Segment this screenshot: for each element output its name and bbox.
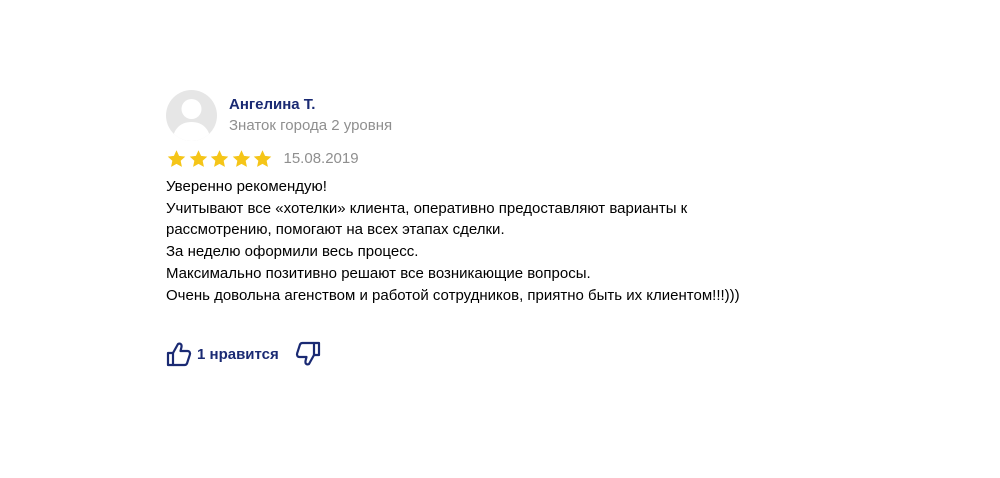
like-button[interactable]: 1 нравится xyxy=(166,341,279,367)
review-text-line: рассмотрению, помогают на всех этапах сд… xyxy=(166,221,505,239)
author-name[interactable]: Ангелина Т. xyxy=(229,96,392,114)
review-card: Ангелина Т. Знаток города 2 уровня 15.08… xyxy=(166,90,806,368)
thumbs-up-icon xyxy=(166,342,192,367)
star-icon xyxy=(167,150,186,167)
review-actions: 1 нравится xyxy=(166,340,806,368)
review-header: Ангелина Т. Знаток города 2 уровня xyxy=(166,90,806,142)
review-text-line: Очень довольна агенством и работой сотру… xyxy=(166,286,740,304)
author-info: Ангелина Т. Знаток города 2 уровня xyxy=(229,90,392,135)
rating-stars xyxy=(166,149,274,169)
rating-row: 15.08.2019 xyxy=(166,148,806,170)
avatar[interactable] xyxy=(166,90,217,141)
review-text-line: Максимально позитивно решают все возника… xyxy=(166,264,591,282)
user-silhouette-icon xyxy=(172,99,211,141)
review-text: Уверенно рекомендую! Учитывают все «хотел… xyxy=(166,176,806,306)
review-date: 15.08.2019 xyxy=(283,150,359,167)
review-text-line: Уверенно рекомендую! xyxy=(166,178,327,195)
like-count: 1 нравится xyxy=(197,345,279,363)
star-icon xyxy=(253,150,272,167)
star-icon xyxy=(189,150,207,167)
author-level: Знаток города 2 уровня xyxy=(229,117,393,134)
thumbs-down-icon xyxy=(295,342,320,366)
dislike-button[interactable] xyxy=(295,341,321,367)
star-icon xyxy=(232,150,250,167)
review-text-line: Учитывают все «хотелки» клиента, операти… xyxy=(166,199,688,217)
star-icon xyxy=(210,150,229,167)
review-text-line: За неделю оформили весь процесс. xyxy=(166,243,419,261)
